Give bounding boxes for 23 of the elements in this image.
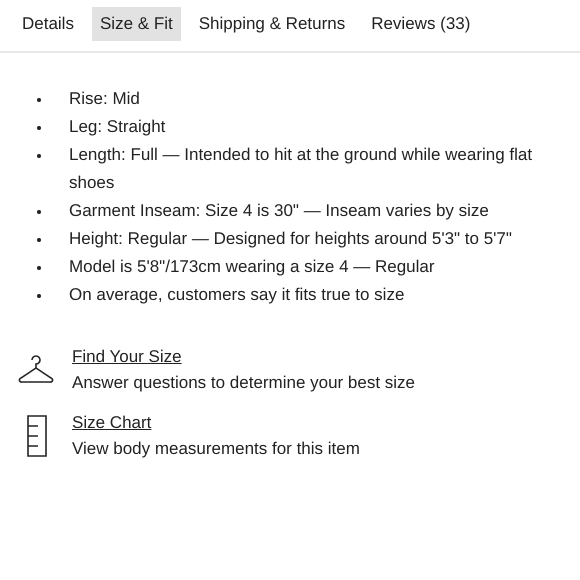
bullet-icon (37, 126, 41, 130)
bullet-icon (37, 154, 41, 158)
tab[interactable]: Details (14, 7, 82, 41)
tab[interactable]: Reviews (33) (363, 7, 478, 41)
ruler-icon (26, 415, 48, 457)
detail-text: Rise: Mid (69, 88, 140, 110)
bullet-icon (37, 294, 41, 298)
tab[interactable]: Shipping & Returns (190, 7, 354, 41)
tab[interactable]: Size & Fit (92, 7, 181, 41)
tool-description: Answer questions to determine your best size (72, 373, 416, 393)
detail-text: Leg: Straight (69, 116, 166, 138)
detail-text: Model is 5'8"/173cm wearing a size 4 — Regular (69, 256, 435, 278)
bullet-icon (37, 238, 41, 242)
bullet-icon (37, 210, 41, 214)
detail-text: Height: Regular — Designed for heights around 5'3" to 5'7" (69, 228, 512, 250)
detail-text: Garment Inseam: Size 4 is 30" — Inseam varies by size (69, 200, 489, 222)
tool-link[interactable]: Size Chart (72, 413, 152, 433)
bullet-icon (37, 266, 41, 270)
tool-link[interactable]: Find Your Size (72, 347, 182, 367)
tool-description: View body measurements for this item (72, 439, 360, 459)
detail-text: Length: Full — Intended to hit at the ground while wearing flat shoes (69, 144, 534, 194)
bullet-icon (37, 98, 41, 102)
detail-text: On average, customers say it fits true to size (69, 284, 404, 306)
